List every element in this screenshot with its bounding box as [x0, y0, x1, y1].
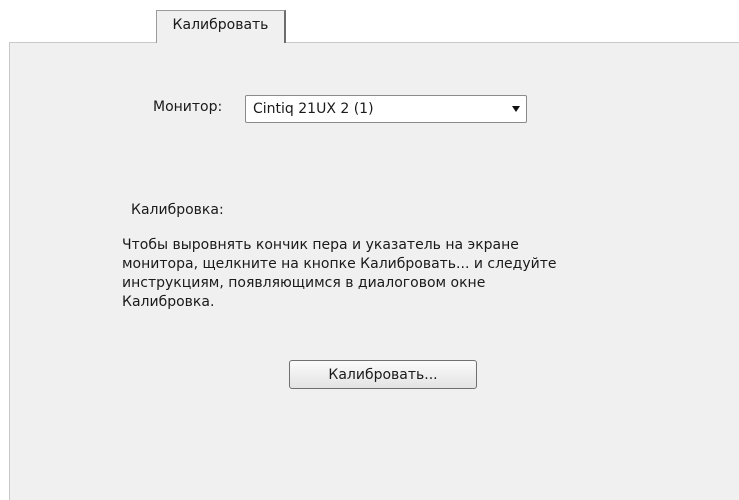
tab-calibrate-label: Калибровать [172, 17, 269, 33]
tab-calibrate[interactable]: Калибровать [156, 10, 286, 43]
monitor-label: Монитор: [153, 99, 223, 115]
calibration-instructions: Чтобы выровнять кончик пера и указатель … [122, 237, 557, 310]
calibrate-button[interactable]: Калибровать... [289, 360, 477, 389]
chevron-down-icon [512, 106, 520, 112]
monitor-dropdown-value: Cintiq 21UX 2 (1) [253, 101, 374, 117]
monitor-dropdown[interactable]: Cintiq 21UX 2 (1) [245, 95, 527, 123]
calibration-section-label: Калибровка: [131, 202, 224, 218]
